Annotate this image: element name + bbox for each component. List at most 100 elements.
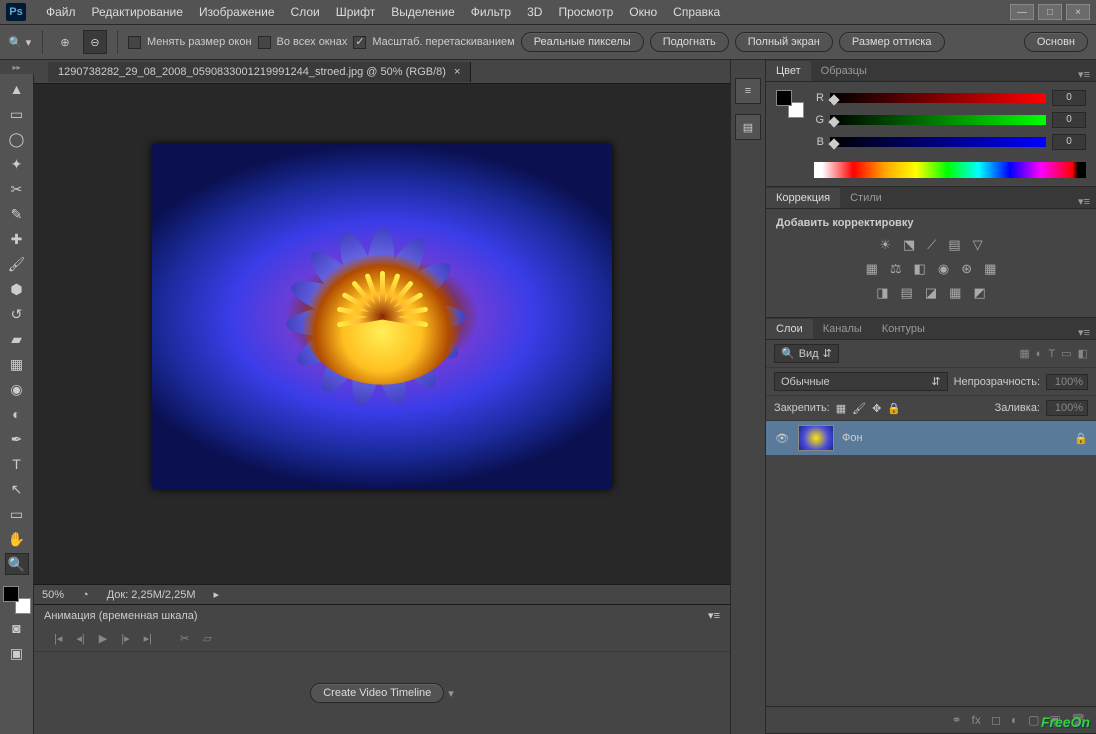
lasso-tool-icon[interactable]: ◯ xyxy=(5,128,29,150)
r-slider[interactable] xyxy=(830,93,1046,103)
all-windows-checkbox[interactable]: Во всех окнах xyxy=(258,36,348,49)
history-panel-icon[interactable]: ≡ xyxy=(735,78,761,104)
transition-icon[interactable]: ▱ xyxy=(203,632,211,645)
zoom-level[interactable]: 50% xyxy=(42,589,64,601)
curves-icon[interactable]: ⟋ xyxy=(927,237,936,253)
layer-filter-kind[interactable]: 🔍 Вид ⇵ xyxy=(774,344,839,363)
blend-mode-select[interactable]: Обычные ⇵ xyxy=(774,372,948,391)
stamp-tool-icon[interactable]: ⬢ xyxy=(5,278,29,300)
zoom-in-icon[interactable]: ⊕ xyxy=(53,30,77,54)
history-brush-tool-icon[interactable]: ↺ xyxy=(5,303,29,325)
play-icon[interactable]: ▶ xyxy=(99,632,107,645)
menu-file[interactable]: Файл xyxy=(38,5,84,19)
blur-tool-icon[interactable]: ◉ xyxy=(5,378,29,400)
lock-pos-icon[interactable]: ✥ xyxy=(872,402,881,415)
selective-icon[interactable]: ◩ xyxy=(973,285,985,301)
animation-menu-icon[interactable]: ▾≡ xyxy=(708,609,720,622)
delete-icon[interactable]: 🗑 xyxy=(1071,713,1086,727)
g-slider[interactable] xyxy=(830,115,1046,125)
document-tab[interactable]: 1290738282_29_08_2008_059083300121999124… xyxy=(48,62,471,82)
tab-channels[interactable]: Каналы xyxy=(813,319,872,339)
workspace-button[interactable]: Основн xyxy=(1024,32,1088,52)
mixer-icon[interactable]: ⊛ xyxy=(961,261,972,277)
menu-window[interactable]: Окно xyxy=(621,5,665,19)
scrubby-zoom-checkbox[interactable]: Масштаб. перетаскиванием xyxy=(353,36,514,49)
quickmask-icon[interactable]: ◙ xyxy=(5,617,29,639)
exposure-icon[interactable]: ▤ xyxy=(948,237,960,253)
lookup-icon[interactable]: ▦ xyxy=(984,261,996,277)
filter-shape-icon[interactable]: ▭ xyxy=(1061,347,1071,360)
eyedropper-tool-icon[interactable]: ✎ xyxy=(5,203,29,225)
brightness-icon[interactable]: ☀ xyxy=(879,237,891,253)
levels-icon[interactable]: ⬔ xyxy=(903,237,915,253)
color-swatches[interactable] xyxy=(3,586,31,614)
tab-swatches[interactable]: Образцы xyxy=(811,61,877,81)
tab-color[interactable]: Цвет xyxy=(766,61,811,81)
opacity-input[interactable]: 100% xyxy=(1046,374,1088,390)
heal-tool-icon[interactable]: ✚ xyxy=(5,228,29,250)
filter-adj-icon[interactable]: ◐ xyxy=(1036,348,1043,360)
brush-tool-icon[interactable]: 🖌 xyxy=(5,253,29,275)
prev-frame-icon[interactable]: ◂| xyxy=(76,632,84,645)
crop-tool-icon[interactable]: ✂ xyxy=(5,178,29,200)
filter-text-icon[interactable]: T xyxy=(1048,348,1055,360)
last-frame-icon[interactable]: ▸| xyxy=(144,632,152,645)
invert-icon[interactable]: ◨ xyxy=(876,285,888,301)
tab-adjustments[interactable]: Коррекция xyxy=(766,188,840,208)
wand-tool-icon[interactable]: ✦ xyxy=(5,153,29,175)
color-mini-swatches[interactable] xyxy=(776,90,804,118)
lock-pixels-icon[interactable]: 🖌 xyxy=(852,402,866,415)
filter-smart-icon[interactable]: ◧ xyxy=(1078,347,1088,360)
adj-menu-icon[interactable]: ▾≡ xyxy=(1072,195,1096,208)
path-tool-icon[interactable]: ↖ xyxy=(5,478,29,500)
fill-input[interactable]: 100% xyxy=(1046,400,1088,416)
resize-windows-checkbox[interactable]: Менять размер окон xyxy=(128,36,252,49)
shape-tool-icon[interactable]: ▭ xyxy=(5,503,29,525)
timeline-dropdown-icon[interactable]: ▾ xyxy=(448,687,454,700)
create-timeline-button[interactable]: Create Video Timeline xyxy=(310,683,444,703)
doc-info-icon[interactable]: ◔ xyxy=(82,589,89,601)
menu-3d[interactable]: 3D xyxy=(519,5,550,19)
properties-panel-icon[interactable]: ▤ xyxy=(735,114,761,140)
tab-paths[interactable]: Контуры xyxy=(872,319,935,339)
color-menu-icon[interactable]: ▾≡ xyxy=(1072,68,1096,81)
lock-all-icon[interactable]: 🔒 xyxy=(887,402,901,415)
gradmap-icon[interactable]: ▦ xyxy=(949,285,961,301)
full-screen-button[interactable]: Полный экран xyxy=(735,32,833,52)
fit-screen-button[interactable]: Подогнать xyxy=(650,32,729,52)
photo-filter-icon[interactable]: ◉ xyxy=(938,261,949,277)
toolbar-collapse[interactable]: ▸▸ xyxy=(0,60,34,74)
fx-icon[interactable]: fx xyxy=(972,713,981,727)
zoom-tool-icon[interactable]: 🔍 xyxy=(5,553,29,575)
text-tool-icon[interactable]: T xyxy=(5,453,29,475)
mask-icon[interactable]: ◻ xyxy=(991,713,1001,727)
posterize-icon[interactable]: ▤ xyxy=(901,285,913,301)
menu-layers[interactable]: Слои xyxy=(283,5,328,19)
foreground-swatch[interactable] xyxy=(3,586,19,602)
balance-icon[interactable]: ⚖ xyxy=(890,261,902,277)
visibility-icon[interactable]: 👁 xyxy=(774,432,790,445)
new-adj-icon[interactable]: ◐ xyxy=(1011,713,1018,727)
layer-row[interactable]: 👁 Фон 🔒 xyxy=(766,421,1096,455)
hue-icon[interactable]: ▦ xyxy=(866,261,878,277)
menu-filter[interactable]: Фильтр xyxy=(463,5,519,19)
link-layers-icon[interactable]: ⚭ xyxy=(951,713,961,727)
screenmode-icon[interactable]: ▣ xyxy=(5,642,29,664)
marquee-tool-icon[interactable]: ▭ xyxy=(5,103,29,125)
menu-type[interactable]: Шрифт xyxy=(328,5,383,19)
bw-icon[interactable]: ◧ xyxy=(914,261,926,277)
g-value[interactable]: 0 xyxy=(1052,112,1086,128)
actual-pixels-button[interactable]: Реальные пикселы xyxy=(521,32,644,52)
dodge-tool-icon[interactable]: ◐ xyxy=(5,403,29,425)
layers-menu-icon[interactable]: ▾≡ xyxy=(1072,326,1096,339)
menu-edit[interactable]: Редактирование xyxy=(84,5,191,19)
close-button[interactable]: × xyxy=(1066,4,1090,20)
pen-tool-icon[interactable]: ✒ xyxy=(5,428,29,450)
spectrum-bar[interactable] xyxy=(814,162,1086,178)
info-arrow-icon[interactable]: ▸ xyxy=(214,588,220,601)
maximize-button[interactable]: □ xyxy=(1038,4,1062,20)
hand-tool-icon[interactable]: ✋ xyxy=(5,528,29,550)
canvas-area[interactable] xyxy=(34,84,730,584)
close-tab-icon[interactable]: × xyxy=(454,66,460,78)
tab-layers[interactable]: Слои xyxy=(766,319,813,339)
